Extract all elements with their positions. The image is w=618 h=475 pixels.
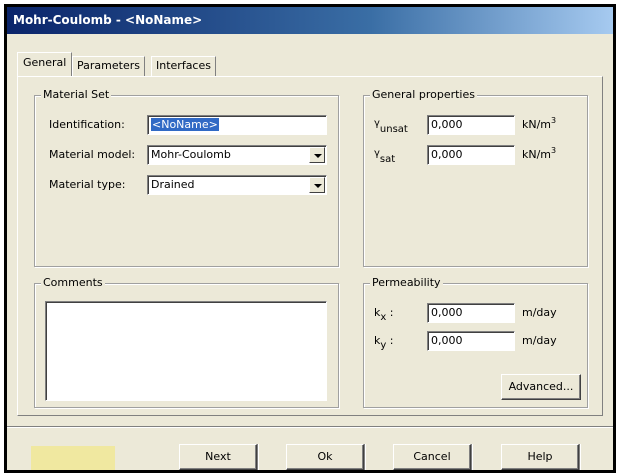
permeability-group: Permeability kx : 0,000 m/day ky : 0,000… bbox=[363, 276, 588, 408]
ky-label: ky : bbox=[374, 333, 394, 351]
gamma-unsat-label: γunsat bbox=[374, 117, 408, 135]
advanced-button-label: Advanced... bbox=[508, 380, 574, 393]
ky-colon: : bbox=[389, 334, 394, 347]
material-set-group: Material Set Identification: <NoName> Ma… bbox=[34, 88, 339, 267]
comments-group: Comments bbox=[34, 276, 339, 408]
ky-unit: m/day bbox=[522, 334, 557, 347]
footer-divider bbox=[257, 444, 259, 470]
next-button[interactable]: Next bbox=[179, 444, 257, 470]
gamma-unsat-unit: kN/m3 bbox=[522, 116, 557, 134]
title-bar[interactable]: Mohr-Coulomb - <NoName> bbox=[7, 7, 613, 34]
next-button-label: Next bbox=[205, 450, 231, 463]
help-button-label: Help bbox=[527, 450, 553, 463]
tab-general[interactable]: General bbox=[17, 52, 73, 76]
gamma-sat-unit-base: kN/m bbox=[522, 148, 552, 161]
tab-general-label: General bbox=[23, 56, 67, 69]
gamma-sat-label: γsat bbox=[374, 147, 396, 165]
kx-field[interactable]: 0,000 bbox=[427, 303, 515, 323]
tab-interfaces[interactable]: Interfaces bbox=[151, 56, 216, 76]
window-title: Mohr-Coulomb - <NoName> bbox=[13, 13, 203, 27]
kx-value: 0,000 bbox=[431, 306, 463, 319]
ok-button[interactable]: Ok bbox=[286, 444, 364, 470]
gamma-unsat-unit-exp: 3 bbox=[551, 116, 557, 125]
material-model-value: Mohr-Coulomb bbox=[151, 148, 231, 161]
tab-parameters[interactable]: Parameters bbox=[72, 56, 145, 76]
permeability-title: Permeability bbox=[370, 276, 443, 290]
identification-label: Identification: bbox=[49, 118, 125, 131]
material-model-label: Material model: bbox=[49, 148, 136, 161]
ok-button-label: Ok bbox=[317, 450, 333, 463]
status-panel bbox=[31, 446, 115, 470]
tab-parameters-label: Parameters bbox=[77, 59, 140, 72]
footer-divider bbox=[364, 444, 366, 470]
kx-colon: : bbox=[389, 306, 394, 319]
identification-value: <NoName> bbox=[151, 118, 219, 131]
kx-subscript: x bbox=[380, 312, 387, 323]
gamma-sat-field[interactable]: 0,000 bbox=[427, 145, 515, 165]
dialog-client: General Parameters Interfaces Material S… bbox=[7, 34, 613, 470]
material-model-dropdown-icon[interactable] bbox=[309, 147, 325, 163]
kx-label: kx : bbox=[374, 305, 394, 323]
tab-page-general: Material Set Identification: <NoName> Ma… bbox=[17, 76, 603, 416]
comments-textarea[interactable] bbox=[45, 301, 327, 401]
cancel-button[interactable]: Cancel bbox=[393, 444, 471, 470]
gamma-sat-value: 0,000 bbox=[431, 148, 463, 161]
ky-subscript: y bbox=[380, 340, 387, 351]
gamma-unsat-unit-base: kN/m bbox=[522, 118, 552, 131]
material-model-select[interactable]: Mohr-Coulomb bbox=[147, 145, 327, 165]
comments-title: Comments bbox=[41, 276, 105, 290]
general-properties-title: General properties bbox=[370, 88, 477, 102]
footer-divider bbox=[579, 444, 581, 470]
tab-interfaces-label: Interfaces bbox=[156, 59, 211, 72]
help-button[interactable]: Help bbox=[501, 444, 579, 470]
kx-unit: m/day bbox=[522, 306, 557, 319]
gamma-unsat-subscript: unsat bbox=[379, 124, 408, 135]
material-type-value: Drained bbox=[151, 178, 195, 191]
dialog-window: Mohr-Coulomb - <NoName> General Paramete… bbox=[4, 4, 616, 473]
gamma-sat-unit: kN/m3 bbox=[522, 146, 557, 164]
footer-separator bbox=[7, 426, 613, 428]
cancel-button-label: Cancel bbox=[413, 450, 451, 463]
advanced-button[interactable]: Advanced... bbox=[501, 374, 581, 400]
gamma-sat-subscript: sat bbox=[379, 154, 396, 165]
general-properties-group: General properties γunsat 0,000 kN/m3 γs… bbox=[363, 88, 588, 267]
identification-field[interactable]: <NoName> bbox=[147, 115, 327, 135]
ky-value: 0,000 bbox=[431, 334, 463, 347]
gamma-sat-unit-exp: 3 bbox=[551, 146, 557, 155]
material-type-label: Material type: bbox=[49, 178, 126, 191]
material-set-title: Material Set bbox=[41, 88, 112, 102]
ky-field[interactable]: 0,000 bbox=[427, 331, 515, 351]
gamma-unsat-value: 0,000 bbox=[431, 118, 463, 131]
footer-divider bbox=[471, 444, 473, 470]
material-type-select[interactable]: Drained bbox=[147, 175, 327, 195]
gamma-unsat-field[interactable]: 0,000 bbox=[427, 115, 515, 135]
material-type-dropdown-icon[interactable] bbox=[309, 177, 325, 193]
